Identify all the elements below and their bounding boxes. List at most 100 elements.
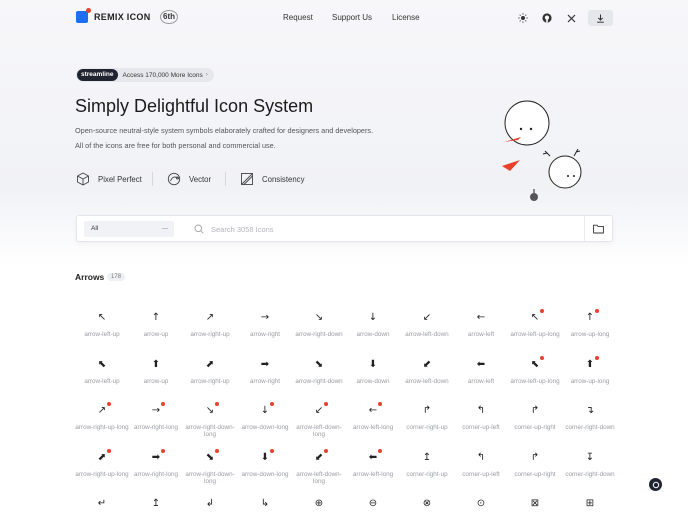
- icon-card[interactable]: ↱ corner-right-up: [400, 405, 454, 431]
- nav-support-us[interactable]: Support Us: [332, 13, 372, 22]
- anniversary-badge: 6th: [160, 10, 178, 24]
- icon-card[interactable]: ← arrow-left-long: [346, 402, 400, 431]
- icon-card[interactable]: ⊞: [563, 498, 617, 510]
- icon-card[interactable]: ⬊ arrow-right-down-long: [183, 449, 237, 485]
- icon-card[interactable]: ↧ corner-right-down: [563, 452, 617, 478]
- icon-card[interactable]: ⬇ arrow-down: [346, 359, 400, 385]
- feature-pixel-perfect: Pixel Perfect: [76, 172, 142, 186]
- icon-card[interactable]: ← arrow-left: [454, 312, 508, 338]
- arrow-icon: →: [151, 405, 161, 416]
- hero-description-1: Open-source neutral-style system symbols…: [75, 126, 374, 135]
- section-title: Arrows: [75, 272, 105, 282]
- icon-card[interactable]: ↘ arrow-right-down-long: [183, 402, 237, 438]
- icon-card[interactable]: ⬋ arrow-left-down-long: [292, 449, 346, 485]
- sun-icon[interactable]: [516, 11, 530, 25]
- icon-card[interactable]: ⬈ arrow-right-up: [183, 359, 237, 385]
- arrow-icon: ↓: [368, 312, 378, 323]
- icon-card[interactable]: ↖ arrow-left-up: [75, 312, 129, 338]
- icon-card[interactable]: ↓ arrow-down-long: [238, 402, 292, 431]
- icon-card[interactable]: ↥: [129, 498, 183, 510]
- new-indicator-dot: [378, 402, 382, 406]
- icon-card[interactable]: ⊗: [400, 498, 454, 510]
- arrow-icon: ↧: [585, 452, 595, 463]
- nav-request[interactable]: Request: [283, 13, 313, 22]
- new-indicator-dot: [324, 449, 328, 453]
- icon-card[interactable]: ↰ corner-up-left: [454, 405, 508, 431]
- icon-name-label: arrow-down: [356, 331, 390, 338]
- icon-card[interactable]: ↲: [183, 498, 237, 510]
- icon-name-label: arrow-left-down-long: [296, 471, 342, 485]
- arrow-icon: ➡: [151, 452, 161, 463]
- icon-card[interactable]: ↱ corner-up-right: [508, 405, 562, 431]
- github-icon[interactable]: [540, 11, 554, 25]
- icon-card[interactable]: ↱ corner-up-right: [508, 452, 562, 478]
- arrow-icon: ⬆: [585, 359, 595, 370]
- icon-card[interactable]: ⊕: [292, 498, 346, 510]
- chevron-right-icon: ›: [205, 72, 208, 78]
- streamline-promo[interactable]: streamline Access 170,000 More Icons ›: [76, 68, 214, 82]
- top-header: REMIX ICON 6th Request Support Us Licens…: [0, 0, 688, 36]
- icon-card[interactable]: ↗ arrow-right-up: [183, 312, 237, 338]
- icon-card[interactable]: ↖ arrow-left-up-long: [508, 309, 562, 338]
- icon-card[interactable]: ↑ arrow-up: [129, 312, 183, 338]
- divider: [152, 172, 153, 186]
- icon-name-label: corner-up-right: [514, 424, 556, 431]
- arrow-icon: ↴: [585, 405, 595, 416]
- search-bar: All —: [76, 215, 613, 242]
- feature-label: Pixel Perfect: [98, 174, 142, 184]
- new-indicator-dot: [270, 449, 274, 453]
- icon-card[interactable]: ↑ arrow-up-long: [563, 309, 617, 338]
- icon-card[interactable]: ↵: [75, 498, 129, 510]
- icon-card[interactable]: ⬆ arrow-up: [129, 359, 183, 385]
- icon-card[interactable]: ⬉ arrow-left-up-long: [508, 356, 562, 385]
- logo[interactable]: REMIX ICON: [76, 8, 151, 23]
- icon-card[interactable]: ⬉ arrow-left-up: [75, 359, 129, 385]
- icon-card[interactable]: ↰ corner-up-left: [454, 452, 508, 478]
- arrow-icon: ↑: [151, 312, 161, 323]
- help-button[interactable]: [649, 478, 662, 491]
- icon-card[interactable]: ⊖: [346, 498, 400, 510]
- arrow-icon: ↑: [585, 312, 595, 323]
- nav-license[interactable]: License: [392, 13, 420, 22]
- icon-name-label: arrow-right: [249, 331, 281, 338]
- icon-card[interactable]: ↗ arrow-right-up-long: [75, 402, 129, 431]
- icon-card[interactable]: → arrow-right-long: [129, 402, 183, 431]
- icon-name-label: corner-up-left: [462, 424, 500, 431]
- icon-card[interactable]: ↓ arrow-down: [346, 312, 400, 338]
- icon-card[interactable]: ➡ arrow-right: [238, 359, 292, 385]
- icon-card[interactable]: ⊙: [454, 498, 508, 510]
- icon-card[interactable]: ➡ arrow-right-long: [129, 449, 183, 478]
- feature-label: Consistency: [262, 174, 305, 184]
- icon-card[interactable]: ⬅ arrow-left-long: [346, 449, 400, 478]
- icon-name-label: arrow-left: [467, 331, 495, 338]
- search-input[interactable]: [211, 222, 571, 236]
- arrow-icon: ↳: [260, 498, 270, 509]
- icon-name-label: arrow-up: [143, 378, 169, 385]
- icon-name-label: arrow-left-down-long: [296, 424, 342, 438]
- icon-card[interactable]: ⬆ arrow-up-long: [563, 356, 617, 385]
- streamline-brand: streamline: [77, 69, 118, 81]
- download-button[interactable]: [588, 10, 613, 26]
- arrow-icon: ➡: [260, 359, 270, 370]
- icon-name-label: arrow-right-long: [133, 471, 179, 478]
- icon-card[interactable]: → arrow-right: [238, 312, 292, 338]
- collection-button[interactable]: [584, 216, 612, 241]
- icon-card[interactable]: ↘ arrow-right-down: [292, 312, 346, 338]
- arrow-icon: ←: [476, 312, 486, 323]
- icon-card[interactable]: ↙ arrow-left-down: [400, 312, 454, 338]
- icon-card[interactable]: ↳: [238, 498, 292, 510]
- icon-card[interactable]: ⬊ arrow-right-down: [292, 359, 346, 385]
- icon-card[interactable]: ↥ corner-right-up: [400, 452, 454, 478]
- icon-card[interactable]: ⊠: [508, 498, 562, 510]
- icon-card[interactable]: ⬈ arrow-right-up-long: [75, 449, 129, 478]
- arrow-icon: ⊙: [476, 498, 486, 509]
- icon-card[interactable]: ⬋ arrow-left-down: [400, 359, 454, 385]
- x-icon[interactable]: [564, 11, 578, 25]
- new-indicator-dot: [107, 402, 111, 406]
- arrow-icon: ↵: [97, 498, 107, 509]
- icon-card[interactable]: ⬇ arrow-down-long: [238, 449, 292, 478]
- icon-card[interactable]: ↴ corner-right-down: [563, 405, 617, 431]
- icon-card[interactable]: ⬅ arrow-left: [454, 359, 508, 385]
- category-select[interactable]: All —: [84, 221, 174, 237]
- icon-card[interactable]: ↙ arrow-left-down-long: [292, 402, 346, 438]
